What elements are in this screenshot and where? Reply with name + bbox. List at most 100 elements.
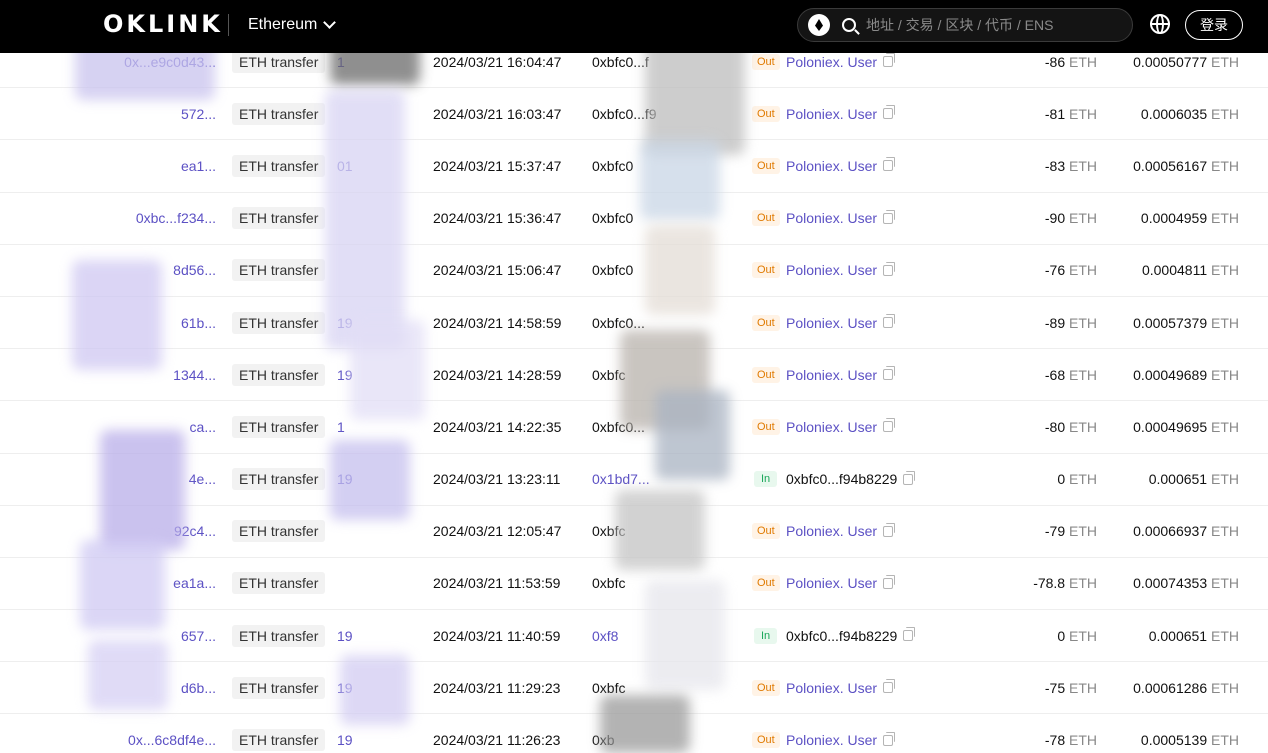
copy-icon[interactable] — [883, 366, 896, 381]
copy-icon[interactable] — [883, 157, 896, 172]
tx-hash-link[interactable]: ca... — [190, 419, 216, 435]
redaction-blur — [350, 320, 425, 420]
direction-badge: In — [754, 471, 778, 488]
copy-icon[interactable] — [883, 418, 896, 433]
tx-hash-link[interactable]: d6b... — [181, 680, 216, 696]
fee-value: 0.0006035 ETH — [1140, 105, 1239, 122]
amount-value: -78.8 ETH — [1033, 575, 1097, 592]
redaction-blur — [88, 640, 168, 710]
to-address-cell: Poloniex. User — [786, 314, 896, 331]
copy-icon[interactable] — [883, 53, 896, 68]
block-link[interactable]: 1 — [337, 419, 345, 435]
method-badge: ETH transfer — [232, 363, 326, 386]
fee-value: 0.000651 ETH — [1148, 627, 1239, 644]
redaction-blur — [80, 540, 165, 630]
tx-time: 2024/03/21 11:29:23 — [433, 679, 561, 696]
amount-value: -80 ETH — [1044, 418, 1097, 435]
globe-icon[interactable] — [1150, 14, 1170, 34]
tx-hash-link[interactable]: 0xbc...f234... — [136, 210, 216, 226]
method-badge: ETH transfer — [232, 676, 326, 699]
block-link[interactable]: 19 — [337, 732, 353, 748]
tx-hash-link[interactable]: 4e... — [189, 471, 216, 487]
redaction-blur — [600, 695, 690, 753]
to-address-cell: 0xbfc0...f94b8229 — [786, 470, 916, 487]
to-address-link[interactable]: Poloniex. User — [786, 54, 877, 70]
redaction-blur — [72, 260, 162, 370]
tx-hash-link[interactable]: 572... — [181, 106, 216, 122]
copy-icon[interactable] — [883, 314, 896, 329]
to-address-link[interactable]: Poloniex. User — [786, 262, 877, 278]
tx-hash-link[interactable]: ea1... — [181, 158, 216, 174]
amount-value: -81 ETH — [1044, 105, 1097, 122]
redaction-blur — [640, 140, 720, 220]
fee-unit: ETH — [1211, 157, 1239, 174]
to-address-link[interactable]: Poloniex. User — [786, 158, 877, 174]
fee-unit: ETH — [1211, 366, 1239, 383]
amount-unit: ETH — [1069, 523, 1097, 540]
to-address-link[interactable]: Poloniex. User — [786, 523, 877, 539]
copy-icon[interactable] — [883, 261, 896, 276]
copy-icon[interactable] — [883, 731, 896, 746]
from-address: 0xbfc0 — [592, 157, 634, 174]
chain-selector[interactable]: Ethereum — [248, 14, 337, 36]
method-badge: ETH transfer — [232, 624, 326, 647]
from-address[interactable]: 0x1bd7... — [592, 471, 650, 487]
amount-value: -76 ETH — [1044, 262, 1097, 279]
to-address-cell: Poloniex. User — [786, 209, 896, 226]
login-button[interactable]: 登录 — [1185, 10, 1243, 40]
to-address-link[interactable]: Poloniex. User — [786, 732, 877, 748]
fee-value: 0.00066937 ETH — [1133, 523, 1239, 540]
from-address[interactable]: 0xf8 — [592, 628, 618, 644]
to-address-link[interactable]: Poloniex. User — [786, 680, 877, 696]
tx-hash-link[interactable]: 61b... — [181, 315, 216, 331]
copy-icon[interactable] — [883, 105, 896, 120]
to-address-link[interactable]: Poloniex. User — [786, 315, 877, 331]
tx-hash-link[interactable]: 1344... — [173, 367, 216, 383]
to-address-cell: Poloniex. User — [786, 157, 896, 174]
direction-badge: Out — [752, 366, 780, 383]
fee-value: 0.00057379 ETH — [1133, 314, 1239, 331]
fee-value: 0.000651 ETH — [1148, 471, 1239, 488]
direction-badge: Out — [752, 418, 780, 435]
copy-icon[interactable] — [883, 209, 896, 224]
tx-hash-link[interactable]: ea1a... — [173, 575, 216, 591]
to-address-link[interactable]: Poloniex. User — [786, 106, 877, 122]
search-bar[interactable] — [797, 8, 1133, 42]
amount-unit: ETH — [1069, 53, 1097, 70]
direction-badge: Out — [752, 262, 780, 279]
direction-badge: Out — [752, 157, 780, 174]
top-navigation-bar: OKLINK Ethereum 登录 — [0, 0, 1268, 53]
redaction-blur — [100, 430, 185, 550]
to-address-link[interactable]: Poloniex. User — [786, 367, 877, 383]
direction-badge: Out — [752, 679, 780, 696]
amount-value: -75 ETH — [1044, 679, 1097, 696]
fee-value: 0.0004959 ETH — [1140, 210, 1239, 227]
block-link[interactable]: 19 — [337, 628, 353, 644]
copy-icon[interactable] — [903, 627, 916, 642]
copy-icon[interactable] — [883, 522, 896, 537]
amount-unit: ETH — [1069, 679, 1097, 696]
tx-time: 2024/03/21 16:03:47 — [433, 105, 562, 122]
amount-value: -79 ETH — [1044, 523, 1097, 540]
fee-value: 0.0005139 ETH — [1140, 732, 1239, 749]
tx-hash-link[interactable]: 657... — [181, 628, 216, 644]
to-address-link[interactable]: Poloniex. User — [786, 419, 877, 435]
to-address-cell: Poloniex. User — [786, 366, 896, 383]
copy-icon[interactable] — [883, 574, 896, 589]
fee-unit: ETH — [1211, 575, 1239, 592]
tx-hash-link[interactable]: 8d56... — [173, 262, 216, 278]
to-address-link[interactable]: Poloniex. User — [786, 575, 877, 591]
copy-icon[interactable] — [903, 470, 916, 485]
to-address-link[interactable]: Poloniex. User — [786, 210, 877, 226]
to-address-link[interactable]: 0xbfc0...f94b8229 — [786, 628, 897, 644]
copy-icon[interactable] — [883, 679, 896, 694]
to-address-link[interactable]: 0xbfc0...f94b8229 — [786, 471, 897, 487]
search-input[interactable] — [866, 17, 1106, 33]
direction-badge: In — [754, 627, 778, 644]
oklink-logo[interactable]: OKLINK — [103, 10, 223, 38]
method-badge: ETH transfer — [232, 415, 326, 438]
ethereum-icon[interactable] — [808, 14, 830, 36]
tx-hash-link[interactable]: 0x...6c8df4e... — [128, 732, 216, 748]
direction-badge: Out — [752, 210, 780, 227]
method-badge: ETH transfer — [232, 311, 326, 334]
